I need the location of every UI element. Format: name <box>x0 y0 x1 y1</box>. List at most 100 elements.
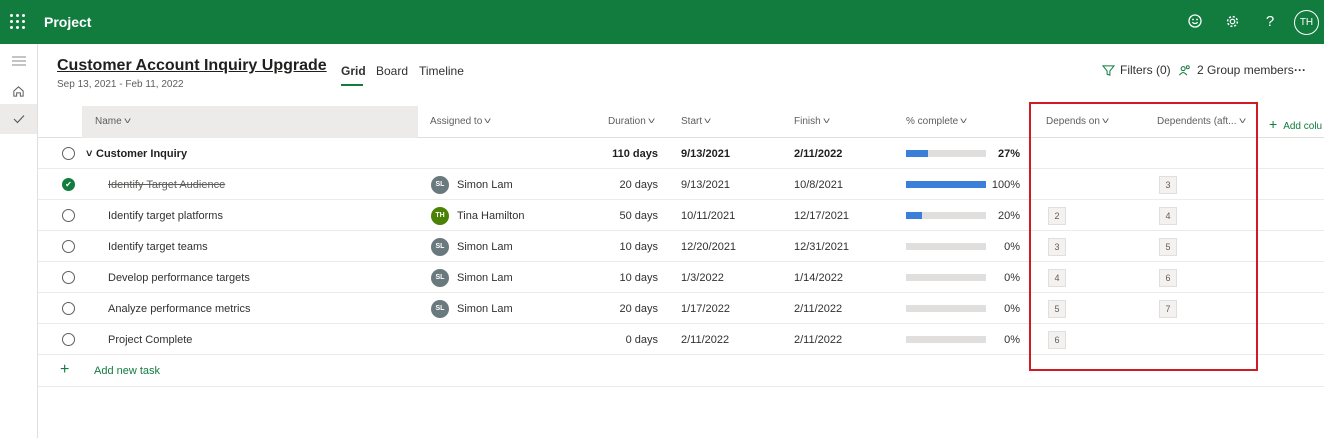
progress-fill <box>906 150 928 157</box>
task-duration[interactable]: 20 days <box>578 169 658 200</box>
task-start[interactable]: 9/13/2021 <box>681 169 730 200</box>
task-duration[interactable]: 20 days <box>578 293 658 324</box>
more-options-button[interactable]: ··· <box>1294 63 1306 77</box>
task-finish[interactable]: 2/11/2022 <box>794 324 842 355</box>
assignee-name: Simon Lam <box>457 178 513 191</box>
assignee[interactable]: SL Simon Lam <box>431 262 513 293</box>
progress-fill <box>906 212 922 219</box>
depends-on-chip[interactable]: 3 <box>1048 231 1066 262</box>
assignee-avatar: TH <box>431 206 449 225</box>
task-check-circle[interactable] <box>62 231 75 262</box>
task-start[interactable]: 12/20/2021 <box>681 231 736 262</box>
assignee[interactable]: TH Tina Hamilton <box>431 200 524 231</box>
chevron-down-icon: ˅ <box>647 116 656 126</box>
task-finish[interactable]: 10/8/2021 <box>794 169 843 200</box>
summary-row[interactable]: ˅ Customer Inquiry 110 days 9/13/2021 2/… <box>38 138 1324 169</box>
task-start[interactable]: 2/11/2022 <box>681 324 729 355</box>
task-progress-bar[interactable] <box>906 169 986 200</box>
column-header-complete[interactable]: % complete ˅ <box>906 116 968 127</box>
task-progress-bar[interactable] <box>906 231 986 262</box>
assignee[interactable]: SL Simon Lam <box>431 169 513 200</box>
collapse-chevron-icon[interactable]: ˅ <box>86 138 92 169</box>
app-launcher-icon[interactable] <box>10 14 26 30</box>
task-check-circle[interactable]: ✔ <box>62 169 75 200</box>
assignee[interactable]: SL Simon Lam <box>431 293 513 324</box>
checkmark-icon: ✔ <box>62 178 75 191</box>
task-finish[interactable]: 1/14/2022 <box>794 262 843 293</box>
user-avatar[interactable]: TH <box>1294 10 1319 35</box>
task-row[interactable]: Identify target teams SL Simon Lam 10 days 1… <box>38 231 1324 262</box>
task-name[interactable]: Identify target teams <box>108 231 208 262</box>
task-row[interactable]: Identify target platforms TH Tina Hamilton… <box>38 200 1324 231</box>
assignee-avatar: SL <box>431 175 449 194</box>
task-row[interactable]: Project Complete 0 days 2/11/2022 2/11/2022… <box>38 324 1324 355</box>
summary-name[interactable]: Customer Inquiry <box>96 138 187 169</box>
tab-grid[interactable]: Grid <box>341 64 366 78</box>
task-name[interactable]: Analyze performance metrics <box>108 293 250 324</box>
plus-icon: + <box>60 361 70 378</box>
column-header-name[interactable]: Name ˅ <box>95 116 131 127</box>
task-name[interactable]: Project Complete <box>108 324 192 355</box>
task-name[interactable]: Identify Target Audience <box>108 169 225 200</box>
chevron-down-icon: ˅ <box>822 116 831 126</box>
task-complete: 20% <box>997 209 1020 222</box>
app-title[interactable]: Project <box>44 14 91 30</box>
help-icon[interactable]: ? <box>1259 10 1281 32</box>
feedback-smiley-icon[interactable] <box>1184 10 1206 32</box>
task-start[interactable]: 10/11/2021 <box>681 200 735 231</box>
home-icon[interactable] <box>0 76 37 106</box>
assignee[interactable]: SL Simon Lam <box>431 231 513 262</box>
task-progress-bar[interactable] <box>906 262 986 293</box>
add-column-button[interactable]: + Add colu <box>1269 116 1322 132</box>
chevron-down-icon: ˅ <box>483 116 492 126</box>
task-duration[interactable]: 0 days <box>578 324 658 355</box>
task-row[interactable]: ✔ Identify Target Audience SL Simon Lam 20 d… <box>38 169 1324 200</box>
dependents-chip[interactable]: 4 <box>1159 200 1177 231</box>
filters-button[interactable]: Filters (0) <box>1102 63 1171 77</box>
column-header-duration[interactable]: Duration ˅ <box>608 116 656 127</box>
task-check-circle[interactable] <box>62 200 75 231</box>
column-header-finish[interactable]: Finish ˅ <box>794 116 831 127</box>
group-members-button[interactable]: 2 Group members <box>1178 63 1294 77</box>
task-progress-bar[interactable] <box>906 200 986 231</box>
task-duration[interactable]: 50 days <box>578 200 658 231</box>
assignee-name: Tina Hamilton <box>457 209 525 222</box>
my-tasks-check-icon[interactable] <box>0 104 37 134</box>
column-header-dependents[interactable]: Dependents (aft... ˅ <box>1157 116 1246 127</box>
task-finish[interactable]: 12/17/2021 <box>794 200 849 231</box>
depends-on-chip[interactable]: 2 <box>1048 200 1066 231</box>
column-header-assigned[interactable]: Assigned to ˅ <box>430 116 492 127</box>
tab-board[interactable]: Board <box>376 64 408 78</box>
column-header-depends-on[interactable]: Depends on ˅ <box>1046 116 1110 127</box>
task-check-circle[interactable] <box>62 324 75 355</box>
depends-on-chip[interactable]: 5 <box>1048 293 1066 324</box>
depends-on-chip[interactable]: 4 <box>1048 262 1066 293</box>
dependents-chip[interactable]: 7 <box>1159 293 1177 324</box>
depends-on-chip[interactable]: 6 <box>1048 324 1066 355</box>
summary-check-circle[interactable] <box>62 138 75 169</box>
task-row[interactable]: Develop performance targets SL Simon Lam 10… <box>38 262 1324 293</box>
menu-hamburger-icon[interactable] <box>0 46 37 76</box>
task-progress-bar[interactable] <box>906 324 986 355</box>
add-new-task-button[interactable]: + Add new task <box>38 355 1324 387</box>
task-check-circle[interactable] <box>62 262 75 293</box>
task-finish[interactable]: 2/11/2022 <box>794 293 842 324</box>
dependents-chip[interactable]: 6 <box>1159 262 1177 293</box>
task-check-circle[interactable] <box>62 293 75 324</box>
task-start[interactable]: 1/17/2022 <box>681 293 730 324</box>
dependents-chip[interactable]: 5 <box>1159 231 1177 262</box>
task-name[interactable]: Develop performance targets <box>108 262 250 293</box>
settings-gear-icon[interactable] <box>1221 10 1243 32</box>
column-header-start[interactable]: Start ˅ <box>681 116 712 127</box>
plan-title[interactable]: Customer Account Inquiry Upgrade <box>57 57 327 75</box>
task-complete: 0% <box>1004 333 1020 346</box>
task-name[interactable]: Identify target platforms <box>108 200 223 231</box>
task-finish[interactable]: 12/31/2021 <box>794 231 849 262</box>
tab-timeline[interactable]: Timeline <box>419 64 464 78</box>
task-duration[interactable]: 10 days <box>578 262 658 293</box>
task-duration[interactable]: 10 days <box>578 231 658 262</box>
task-start[interactable]: 1/3/2022 <box>681 262 724 293</box>
dependents-chip[interactable]: 3 <box>1159 169 1177 200</box>
task-row[interactable]: Analyze performance metrics SL Simon Lam 20… <box>38 293 1324 324</box>
task-progress-bar[interactable] <box>906 293 986 324</box>
